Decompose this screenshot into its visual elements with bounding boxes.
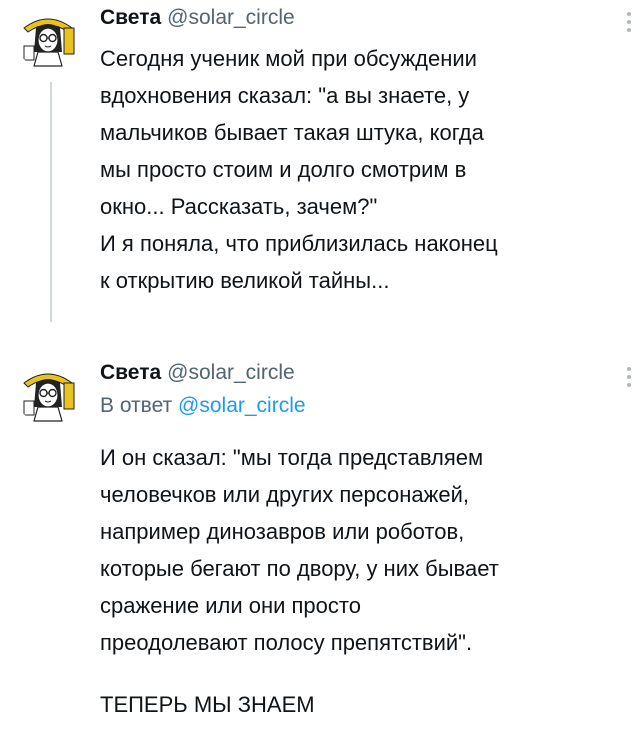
avatar[interactable]	[16, 6, 80, 70]
tweet-text-line: преодолевают полосу препятствий".	[100, 630, 473, 655]
girl-with-glasses-sticker-avatar-icon	[17, 7, 79, 69]
tweet-header: Света @solar_circle	[100, 0, 600, 36]
tweet-text-line: к открытию великой тайны...	[100, 268, 390, 293]
tweet-text-line: вдохновения сказал: "а вы знаете, у	[100, 83, 470, 108]
girl-with-glasses-sticker-avatar-icon	[17, 362, 79, 424]
tweet-text-line: которые бегают по двору, у них бывает	[100, 556, 499, 581]
tweet-text-line: человечков или других персонажей,	[100, 482, 469, 507]
tweet-text: Сегодня ученик мой при обсуждении вдохно…	[100, 40, 600, 299]
tweet-closing-line: ТЕПЕРЬ МЫ ЗНАЕМ	[100, 692, 315, 717]
tweet-content: Света @solar_circle В ответ @solar_circl…	[100, 355, 631, 723]
tweet-text-line: например динозавров или роботов,	[100, 519, 465, 544]
author-handle[interactable]: @solar_circle	[167, 6, 295, 30]
tweet-text-line: мы просто стоим и долго смотрим в	[100, 157, 467, 182]
avatar[interactable]	[16, 361, 80, 425]
tweet-text-line: И я поняла, что приблизилась наконец	[100, 231, 498, 256]
author-handle[interactable]: @solar_circle	[167, 361, 295, 385]
more-options-icon[interactable]	[626, 12, 632, 36]
more-options-icon[interactable]	[626, 367, 632, 391]
reply-mention-link[interactable]: @solar_circle	[178, 394, 306, 417]
tweet-text-line: Сегодня ученик мой при обсуждении	[100, 46, 477, 71]
tweet-header: Света @solar_circle	[100, 355, 600, 391]
reply-to-label: В ответ @solar_circle	[100, 391, 600, 421]
reply-prefix: В ответ	[100, 394, 173, 417]
tweet-text: И он сказал: "мы тогда представляем чело…	[100, 439, 600, 723]
thread-connector-line	[50, 82, 52, 322]
tweet-content: Света @solar_circle Сегодня ученик мой п…	[100, 0, 631, 299]
tweet-text-line: И он сказал: "мы тогда представляем	[100, 445, 484, 470]
tweet-text-line: сражение или они просто	[100, 593, 361, 618]
author-name[interactable]: Света	[100, 6, 161, 30]
tweet-text-line: окно... Рассказать, зачем?"	[100, 194, 378, 219]
author-name[interactable]: Света	[100, 361, 161, 385]
tweet-text-line: мальчиков бывает такая штука, когда	[100, 120, 484, 145]
